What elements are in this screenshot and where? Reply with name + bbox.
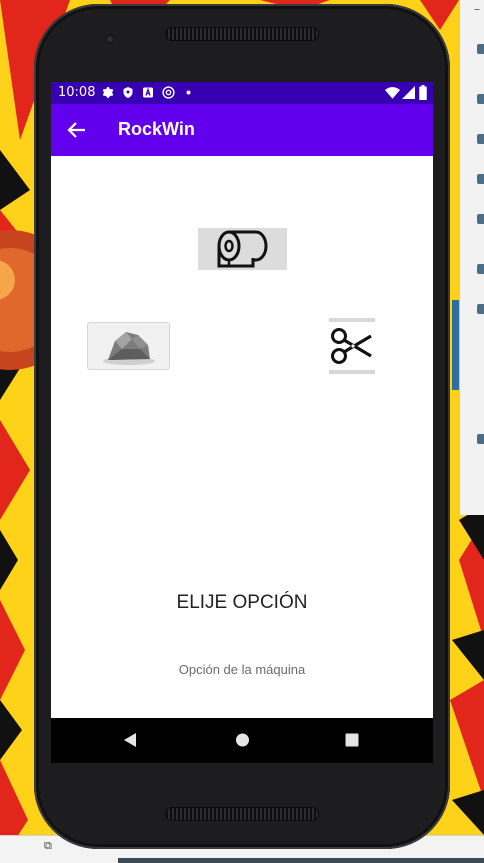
status-time: 10:08 — [58, 85, 96, 100]
at-icon — [162, 86, 175, 99]
a-icon — [143, 87, 153, 98]
tool-window-icon[interactable] — [477, 304, 484, 314]
minimize-icon[interactable]: – — [474, 2, 480, 16]
recents-square-icon[interactable] — [345, 732, 359, 748]
tool-window-icon[interactable] — [477, 134, 484, 144]
battery-icon — [419, 85, 427, 100]
rock-icon — [103, 332, 155, 365]
status-bar: 10:08 — [51, 82, 433, 104]
app-title: RockWin — [118, 119, 195, 139]
paper-option-button[interactable] — [198, 228, 287, 270]
shield-icon — [123, 87, 133, 98]
scissors-icon — [331, 328, 372, 364]
home-circle-icon[interactable] — [235, 732, 250, 748]
tool-window-icon[interactable] — [477, 44, 484, 54]
bottom-speaker-grille — [166, 808, 318, 820]
front-camera — [105, 34, 115, 44]
back-triangle-icon[interactable] — [123, 732, 137, 748]
tool-window-icon[interactable] — [477, 434, 484, 444]
tool-window-icon[interactable] — [477, 174, 484, 184]
tool-window-icon[interactable] — [477, 264, 484, 274]
wifi-icon — [385, 87, 400, 99]
arrow-left-icon[interactable] — [65, 118, 89, 142]
app-bar: RockWin — [51, 104, 433, 156]
rock-option-button[interactable] — [87, 322, 170, 370]
signal-icon — [402, 86, 415, 99]
toilet-paper-icon — [217, 230, 268, 268]
phone-screen: 10:08 RockWin ELIJE OPCIÓN Opción de la … — [51, 82, 433, 763]
top-speaker-grille — [166, 28, 318, 40]
ide-taskbar-strip — [118, 858, 484, 863]
machine-choice-label: Opción de la máquina — [178, 662, 306, 677]
tool-window-icon[interactable] — [477, 94, 484, 104]
choose-option-prompt: ELIJE OPCIÓN — [176, 592, 308, 613]
ide-side-panel: – — [459, 0, 484, 515]
ide-bottom-icon[interactable]: ⧉ — [44, 839, 52, 853]
gear-icon — [102, 87, 114, 98]
scissors-option-button[interactable] — [329, 318, 375, 374]
tool-window-icon[interactable] — [477, 214, 484, 224]
dot-icon — [186, 90, 191, 95]
system-navigation-bar — [51, 718, 433, 763]
game-content: ELIJE OPCIÓN Opción de la máquina — [51, 156, 433, 718]
